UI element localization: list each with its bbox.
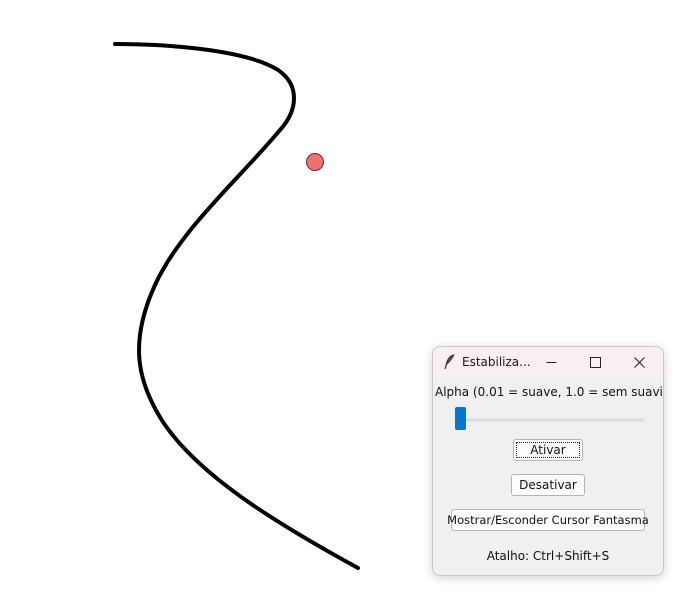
stabilizer-window: Estabiliza... Alpha (0.01 = suave, 1.0 =… xyxy=(432,346,664,576)
close-icon xyxy=(633,353,645,372)
minimize-icon xyxy=(546,353,557,372)
activate-button[interactable]: Ativar xyxy=(513,439,583,461)
alpha-slider[interactable] xyxy=(455,407,645,431)
slider-thumb[interactable] xyxy=(455,407,466,430)
toggle-ghost-cursor-button[interactable]: Mostrar/Esconder Cursor Fantasma xyxy=(447,509,649,531)
ghost-cursor xyxy=(306,153,324,171)
slider-trough[interactable] xyxy=(455,418,645,422)
title-bar[interactable]: Estabiliza... xyxy=(433,347,663,377)
maximize-button[interactable] xyxy=(573,347,617,377)
window-title: Estabiliza... xyxy=(462,355,531,369)
maximize-icon xyxy=(589,353,601,372)
minimize-button[interactable] xyxy=(529,347,573,377)
alpha-label: Alpha (0.01 = suave, 1.0 = sem suavizaçã… xyxy=(435,385,663,399)
feather-icon xyxy=(443,354,457,370)
close-button[interactable] xyxy=(617,347,661,377)
stroke-path xyxy=(113,42,360,570)
shortcut-label: Atalho: Ctrl+Shift+S xyxy=(486,549,610,563)
deactivate-button[interactable]: Desativar xyxy=(511,474,585,496)
